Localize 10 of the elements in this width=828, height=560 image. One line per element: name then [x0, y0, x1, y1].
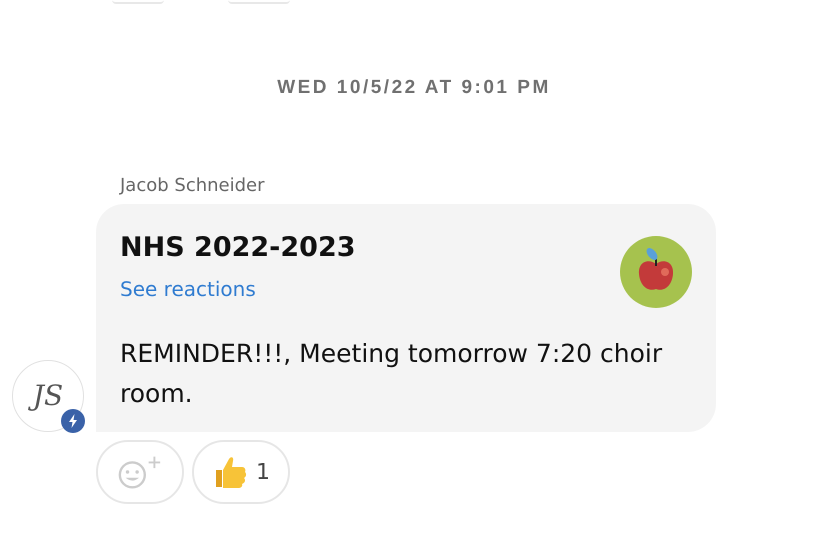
group-title: NHS 2022-2023: [120, 232, 356, 263]
message-text: REMINDER!!!, Meeting tomorrow 7:20 choir room.: [120, 338, 664, 410]
lightning-badge-icon: [61, 409, 85, 433]
date-divider: WED 10/5/22 AT 9:01 PM: [276, 77, 552, 99]
sender-name: Jacob Schneider: [120, 175, 266, 196]
thumbs-up-reaction[interactable]: 1: [192, 440, 290, 504]
apple-icon: [620, 236, 692, 308]
see-reactions-link[interactable]: See reactions: [120, 277, 256, 301]
avatar[interactable]: JS: [12, 360, 84, 432]
avatar-initials: JS: [28, 376, 68, 416]
